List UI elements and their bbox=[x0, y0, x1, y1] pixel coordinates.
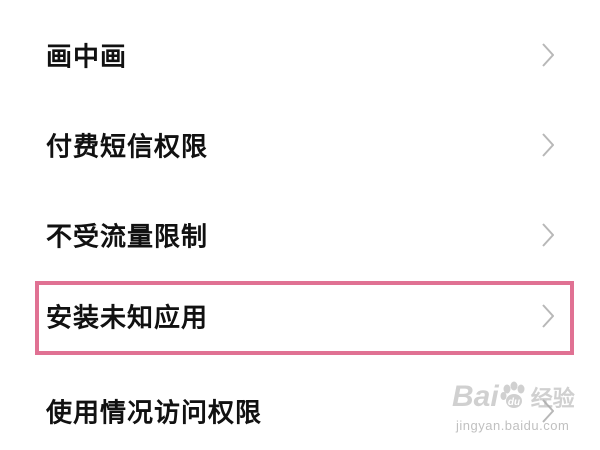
settings-item-usage-access[interactable]: 使用情况访问权限 bbox=[0, 366, 600, 450]
settings-item-premium-sms[interactable]: 付费短信权限 bbox=[0, 100, 600, 190]
settings-list: 画中画 付费短信权限 不受流量限制 安装未知应用 使用情况访问权限 bbox=[0, 0, 600, 450]
settings-item-unrestricted-data[interactable]: 不受流量限制 bbox=[0, 190, 600, 280]
settings-item-label: 画中画 bbox=[46, 42, 128, 73]
settings-item-label: 不受流量限制 bbox=[46, 222, 209, 253]
chevron-right-icon bbox=[542, 222, 554, 248]
settings-item-picture-in-picture[interactable]: 画中画 bbox=[0, 10, 600, 100]
chevron-right-icon bbox=[542, 132, 554, 158]
chevron-right-icon bbox=[542, 398, 554, 424]
settings-item-label: 安装未知应用 bbox=[46, 303, 209, 334]
settings-item-label: 付费短信权限 bbox=[46, 132, 209, 163]
chevron-right-icon bbox=[542, 303, 554, 329]
chevron-right-icon bbox=[542, 42, 554, 68]
settings-item-label: 使用情况访问权限 bbox=[46, 398, 263, 429]
settings-item-install-unknown-apps[interactable]: 安装未知应用 bbox=[0, 271, 600, 361]
